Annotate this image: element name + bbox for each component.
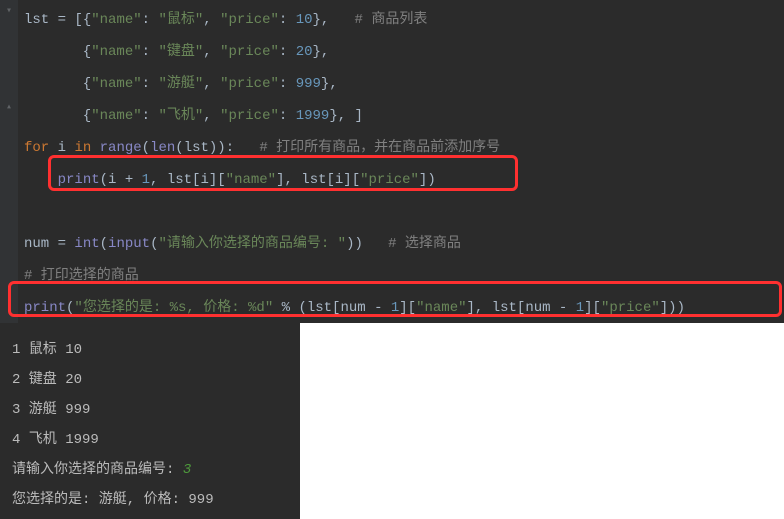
editor-gutter: ▾ ▴ — [0, 0, 18, 323]
console-line: 2 键盘 20 — [12, 365, 288, 395]
code-token: ], lst[num - — [467, 300, 576, 316]
code-token: , — [203, 76, 220, 92]
code-token: "name" — [91, 12, 141, 28]
code-keyword: in — [74, 140, 91, 156]
console-line: 4 飞机 1999 — [12, 425, 288, 455]
fold-marker-icon[interactable]: ▾ — [3, 6, 15, 18]
code-token: % (lst[num - — [273, 300, 391, 316]
code-comment: # 打印所有商品，并在商品前添加序号 — [259, 140, 500, 156]
console-output[interactable]: 1 鼠标 10 2 键盘 20 3 游艇 999 4 飞机 1999 请输入你选… — [0, 323, 300, 519]
code-token: (i + — [100, 172, 142, 188]
code-token: "name" — [91, 76, 141, 92]
code-token: 20 — [296, 44, 313, 60]
console-line: 1 鼠标 10 — [12, 335, 288, 365]
code-token: }, — [313, 12, 355, 28]
code-token: "name" — [416, 300, 466, 316]
code-token: { — [24, 76, 91, 92]
code-builtin: range — [100, 140, 142, 156]
code-token: (lst)): — [175, 140, 259, 156]
code-comment: # 选择商品 — [388, 236, 461, 252]
console-line: 您选择的是: 游艇, 价格: 999 — [12, 485, 288, 515]
code-keyword: for — [24, 140, 49, 156]
code-token: : — [279, 108, 296, 124]
code-token: "游艇" — [158, 76, 203, 92]
code-token: : — [279, 76, 296, 92]
code-token: "price" — [360, 172, 419, 188]
code-line[interactable]: num = int(input("请输入你选择的商品编号: ")) # 选择商品 — [18, 228, 784, 260]
code-token: , — [203, 108, 220, 124]
console-line: 3 游艇 999 — [12, 395, 288, 425]
code-token: )) — [346, 236, 388, 252]
code-token: : — [142, 12, 159, 28]
code-token: , — [203, 12, 220, 28]
code-line[interactable]: print("您选择的是: %s, 价格: %d" % (lst[num - 1… — [18, 292, 784, 324]
code-token: "name" — [91, 108, 141, 124]
code-line[interactable]: # 打印选择的商品 — [18, 260, 784, 292]
code-token: : — [142, 44, 159, 60]
console-prompt: 请输入你选择的商品编号: — [12, 462, 183, 478]
code-token — [49, 140, 57, 156]
code-token: "请输入你选择的商品编号: " — [158, 236, 346, 252]
console-line: 请输入你选择的商品编号: 3 — [12, 455, 288, 485]
code-token: "name" — [91, 44, 141, 60]
code-token: : — [142, 76, 159, 92]
code-token — [91, 140, 99, 156]
code-token: lst — [24, 12, 49, 28]
code-token: "name" — [226, 172, 276, 188]
code-comment: # 打印选择的商品 — [24, 268, 139, 284]
code-token: num = — [24, 236, 74, 252]
code-token: = [{ — [49, 12, 91, 28]
code-line[interactable]: for i in range(len(lst)): # 打印所有商品，并在商品前… — [18, 132, 784, 164]
code-token: ( — [142, 140, 150, 156]
code-line[interactable]: print(i + 1, lst[i]["name"], lst[i]["pri… — [18, 164, 784, 196]
code-builtin: print — [58, 172, 100, 188]
code-area[interactable]: lst = [{"name": "鼠标", "price": 10}, # 商品… — [18, 4, 784, 323]
code-token: "price" — [220, 108, 279, 124]
code-token: ])) — [660, 300, 685, 316]
code-token: "飞机" — [158, 108, 203, 124]
code-token: "您选择的是: %s, 价格: %d" — [74, 300, 273, 316]
code-token: "price" — [601, 300, 660, 316]
code-token: "键盘" — [158, 44, 203, 60]
code-token: { — [24, 44, 91, 60]
code-line[interactable] — [18, 196, 784, 228]
console-user-input[interactable]: 3 — [183, 462, 191, 478]
code-builtin: len — [150, 140, 175, 156]
code-token: i — [58, 140, 66, 156]
code-token: : — [279, 12, 296, 28]
code-builtin: input — [108, 236, 150, 252]
code-token: { — [24, 108, 91, 124]
code-token: }, ] — [329, 108, 363, 124]
code-builtin: print — [24, 300, 66, 316]
code-token: "price" — [220, 44, 279, 60]
code-token: : — [142, 108, 159, 124]
code-token: }, — [313, 44, 330, 60]
code-token: 999 — [296, 76, 321, 92]
code-line[interactable]: {"name": "键盘", "price": 20}, — [18, 36, 784, 68]
code-token: "鼠标" — [158, 12, 203, 28]
code-token: "price" — [220, 76, 279, 92]
code-token: ][ — [399, 300, 416, 316]
code-line[interactable]: lst = [{"name": "鼠标", "price": 10}, # 商品… — [18, 4, 784, 36]
code-token: , lst[i][ — [150, 172, 226, 188]
code-token — [24, 172, 58, 188]
code-token: }, — [321, 76, 338, 92]
code-token: ( — [100, 236, 108, 252]
code-token: , — [203, 44, 220, 60]
code-token: 1 — [142, 172, 150, 188]
code-token: 10 — [296, 12, 313, 28]
code-token: : — [279, 44, 296, 60]
code-builtin: int — [74, 236, 99, 252]
code-token: ][ — [584, 300, 601, 316]
code-token: ]) — [419, 172, 436, 188]
code-line[interactable]: {"name": "游艇", "price": 999}, — [18, 68, 784, 100]
code-line[interactable]: {"name": "飞机", "price": 1999}, ] — [18, 100, 784, 132]
fold-marker-icon[interactable]: ▴ — [3, 102, 15, 114]
code-token: 1 — [576, 300, 584, 316]
code-token: "price" — [220, 12, 279, 28]
code-token: 1999 — [296, 108, 330, 124]
code-editor[interactable]: ▾ ▴ lst = [{"name": "鼠标", "price": 10}, … — [0, 0, 784, 323]
code-comment: # 商品列表 — [355, 12, 428, 28]
code-token: ], lst[i][ — [276, 172, 360, 188]
